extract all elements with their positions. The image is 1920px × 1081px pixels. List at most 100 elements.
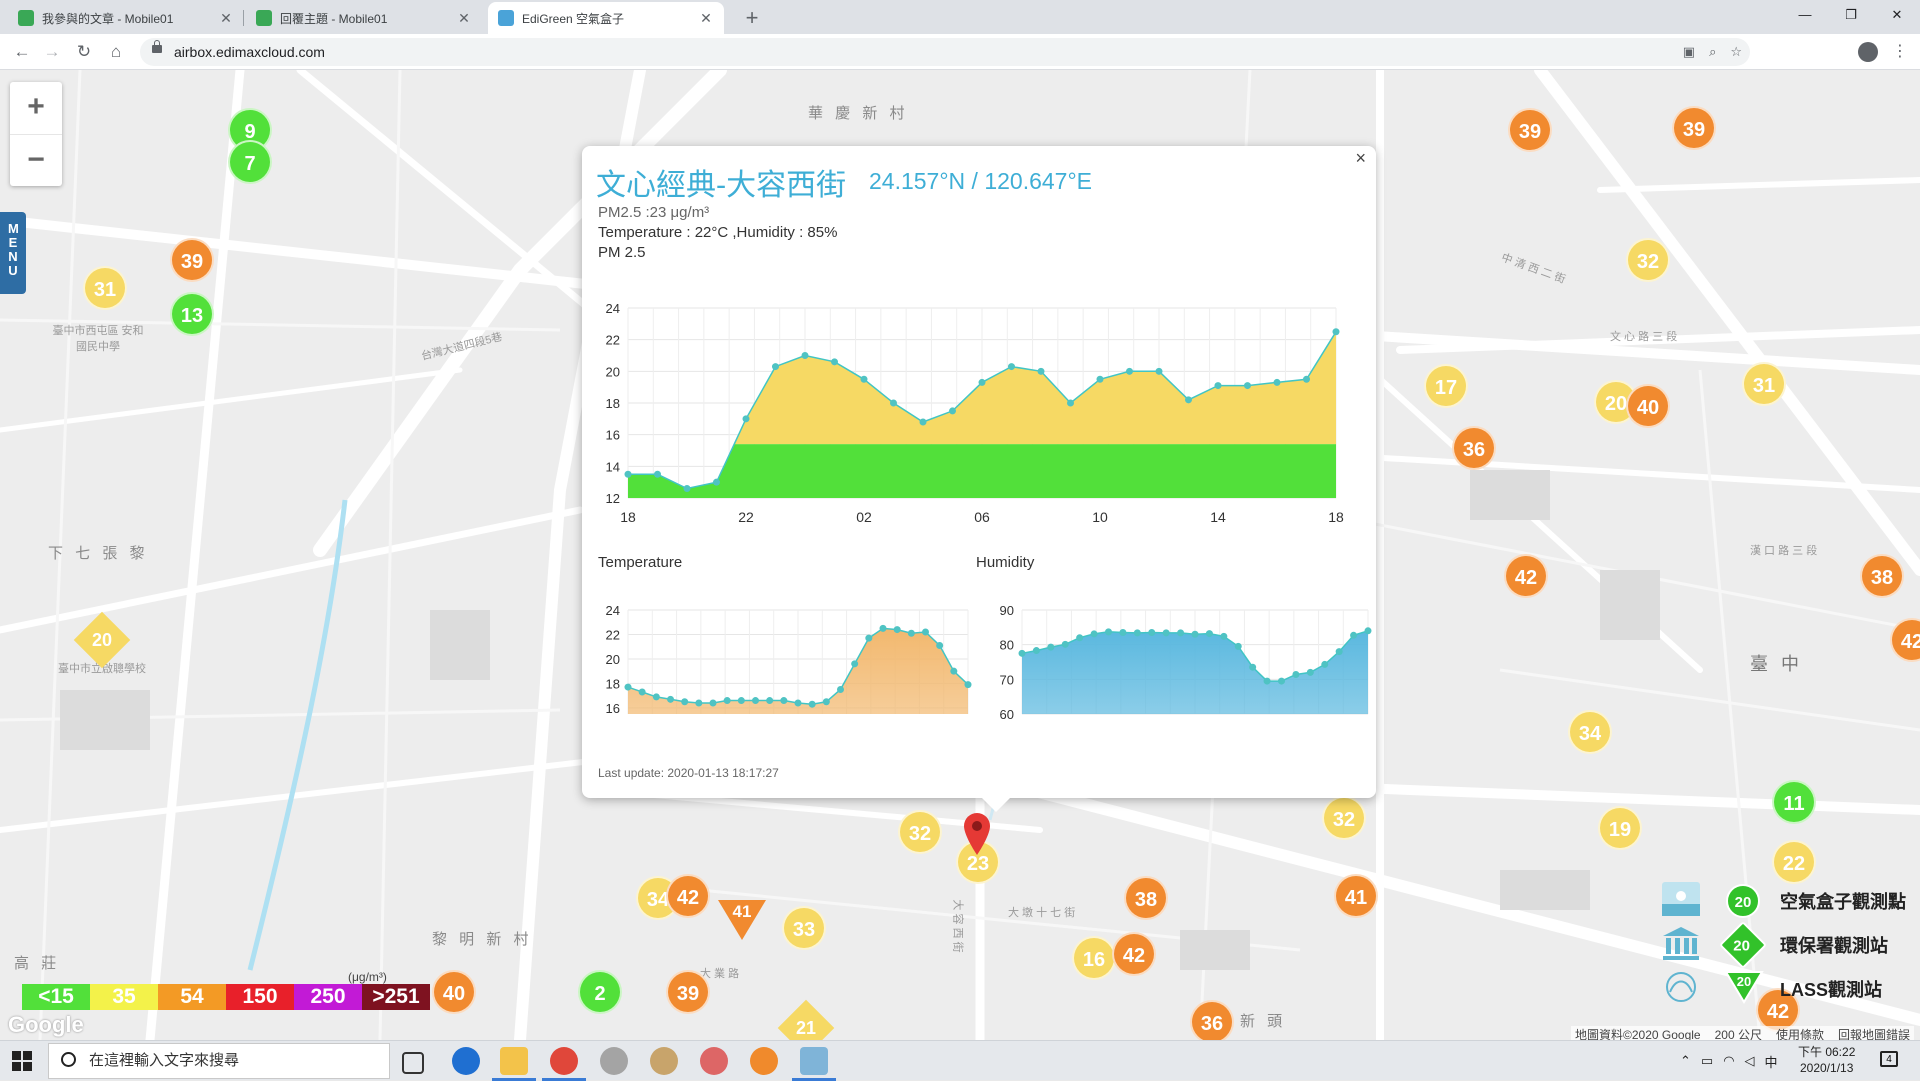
volume-icon[interactable]: ◁ (1745, 1053, 1755, 1069)
profile-avatar[interactable] (1858, 42, 1878, 62)
windows-taskbar: 在這裡輸入文字來搜尋 ⌃ ▭ ◠ ◁ 中 下午 06:22 2020/1/13 … (0, 1040, 1920, 1081)
forward-icon[interactable]: → (38, 38, 66, 66)
sensor-marker[interactable]: 42 (1504, 554, 1548, 598)
sensor-marker[interactable]: 2 (578, 970, 622, 1014)
data-point (1133, 629, 1141, 637)
edge-icon[interactable] (452, 1047, 480, 1075)
sensor-marker[interactable]: 42 (1112, 932, 1156, 976)
sensor-marker[interactable]: 32 (1322, 796, 1366, 840)
sensor-marker[interactable]: 11 (1772, 780, 1816, 824)
lass-station-marker[interactable]: 41 (718, 900, 766, 940)
legend-airbox[interactable]: 20 空氣盒子觀測點 (1656, 880, 1920, 920)
location-pin-icon[interactable] (962, 812, 992, 856)
y-tick-label: 70 (1000, 672, 1014, 687)
x-tick-label: 14 (1210, 509, 1226, 525)
sensor-marker[interactable]: 36 (1190, 1000, 1234, 1040)
notification-icon[interactable]: 4 (1880, 1051, 1898, 1067)
tab-mobile01-articles[interactable]: 我參與的文章 - Mobile01 ✕ (8, 2, 244, 34)
zoom-in-button[interactable]: + (10, 82, 62, 135)
taskbar-search-box[interactable]: 在這裡輸入文字來搜尋 (48, 1043, 390, 1079)
sensor-marker[interactable]: 17 (1424, 364, 1468, 408)
windows-start-icon[interactable] (12, 1051, 32, 1071)
sensor-marker[interactable]: 13 (170, 292, 214, 336)
sensor-marker[interactable]: 38 (1124, 876, 1168, 920)
data-point (681, 698, 689, 706)
sensor-marker[interactable]: 41 (1334, 874, 1378, 918)
taskbar-clock[interactable]: 下午 06:22 2020/1/13 (1798, 1044, 1855, 1076)
zoom-icon[interactable]: ⌕ (1709, 38, 1716, 66)
sensor-marker[interactable]: 42 (666, 874, 710, 918)
chrome-icon[interactable] (542, 1047, 586, 1081)
maximize-button[interactable]: ❐ (1828, 0, 1874, 30)
close-icon[interactable]: ✕ (456, 10, 472, 27)
data-point (801, 352, 809, 359)
tab-title: EdiGreen 空氣盒子 (522, 11, 625, 26)
y-tick-label: 20 (606, 364, 620, 379)
sensor-marker[interactable]: 39 (666, 970, 710, 1014)
sensor-marker[interactable]: 39 (1672, 106, 1716, 150)
back-icon[interactable]: ← (8, 38, 36, 66)
chevron-up-icon[interactable]: ⌃ (1680, 1053, 1691, 1069)
google-logo: Google (8, 1012, 84, 1037)
system-tray: ⌃ ▭ ◠ ◁ 中 (1680, 1041, 1778, 1081)
sensor-marker[interactable]: 31 (1742, 362, 1786, 406)
wifi-icon[interactable]: ◠ (1723, 1053, 1734, 1069)
data-point (1263, 677, 1271, 685)
sensor-marker[interactable]: 33 (782, 906, 826, 950)
data-point (890, 399, 897, 407)
address-bar[interactable]: airbox.edimaxcloud.com ▣ ⌕ ☆ (140, 38, 1750, 66)
app-icon[interactable] (700, 1047, 728, 1075)
home-icon[interactable]: ⌂ (102, 38, 130, 66)
close-popup-button[interactable]: × (1355, 148, 1366, 169)
legend-label: 環保署觀測站 (1780, 936, 1888, 956)
data-point (723, 697, 731, 705)
task-view-icon[interactable] (402, 1052, 424, 1074)
reload-icon[interactable]: ↻ (70, 38, 98, 66)
sensor-marker[interactable]: 36 (1452, 426, 1496, 470)
ime-indicator[interactable]: 中 (1765, 1052, 1778, 1071)
network-icon[interactable]: ▭ (1701, 1053, 1713, 1069)
legend-lass-station[interactable]: 20 LASS觀測站 (1656, 968, 1920, 1008)
file-explorer-icon[interactable] (492, 1047, 536, 1081)
sensor-marker[interactable]: 32 (1626, 238, 1670, 282)
legend-diamond-badge: 20 (1718, 920, 1768, 970)
sensor-marker[interactable]: 19 (1598, 806, 1642, 850)
sensor-marker[interactable]: 32 (898, 810, 942, 854)
menu-button[interactable]: MENU (0, 212, 26, 294)
minimize-button[interactable]: — (1782, 0, 1828, 30)
data-point (1191, 630, 1199, 638)
close-icon[interactable]: ✕ (698, 10, 714, 27)
legend-epa-station[interactable]: 20 環保署觀測站 (1656, 920, 1920, 970)
zoom-out-button[interactable]: − (10, 135, 62, 187)
close-window-button[interactable]: ✕ (1874, 0, 1920, 30)
app-icon[interactable] (600, 1047, 628, 1075)
sensor-marker[interactable]: 16 (1072, 936, 1116, 980)
sensor-marker[interactable]: 40 (432, 970, 476, 1014)
sensor-marker[interactable]: 38 (1860, 554, 1904, 598)
x-tick-label: 22 (738, 509, 754, 525)
app-icon[interactable] (792, 1047, 836, 1081)
sensor-marker[interactable]: 7 (228, 140, 272, 184)
y-tick-label: 12 (606, 491, 620, 506)
browser-toolbar: ← → ↻ ⌂ airbox.edimaxcloud.com ▣ ⌕ ☆ ⋮ (0, 34, 1920, 70)
place-label: 高 莊 (14, 955, 61, 972)
sensor-marker[interactable]: 40 (1626, 384, 1670, 428)
close-icon[interactable]: ✕ (218, 10, 234, 27)
sensor-marker[interactable]: 39 (170, 238, 214, 282)
translate-icon[interactable]: ▣ (1683, 38, 1695, 66)
sensor-marker[interactable]: 22 (1772, 840, 1816, 884)
browser-menu-icon[interactable]: ⋮ (1892, 40, 1908, 64)
y-tick-label: 60 (1000, 707, 1014, 722)
sensor-marker[interactable]: 39 (1508, 108, 1552, 152)
new-tab-button[interactable]: + (738, 4, 766, 32)
tab-mobile01-reply[interactable]: 回覆主題 - Mobile01 ✕ (246, 2, 482, 34)
sensor-marker[interactable]: 34 (1568, 710, 1612, 754)
bookmark-star-icon[interactable]: ☆ (1730, 38, 1742, 66)
epa-station-marker[interactable]: 20 (73, 611, 131, 669)
app-icon[interactable] (650, 1047, 678, 1075)
data-point (1278, 677, 1285, 685)
app-icon[interactable] (750, 1047, 778, 1075)
sensor-marker[interactable]: 31 (83, 266, 127, 310)
tab-edigreen[interactable]: EdiGreen 空氣盒子 ✕ (488, 2, 724, 34)
data-point (1162, 629, 1170, 637)
